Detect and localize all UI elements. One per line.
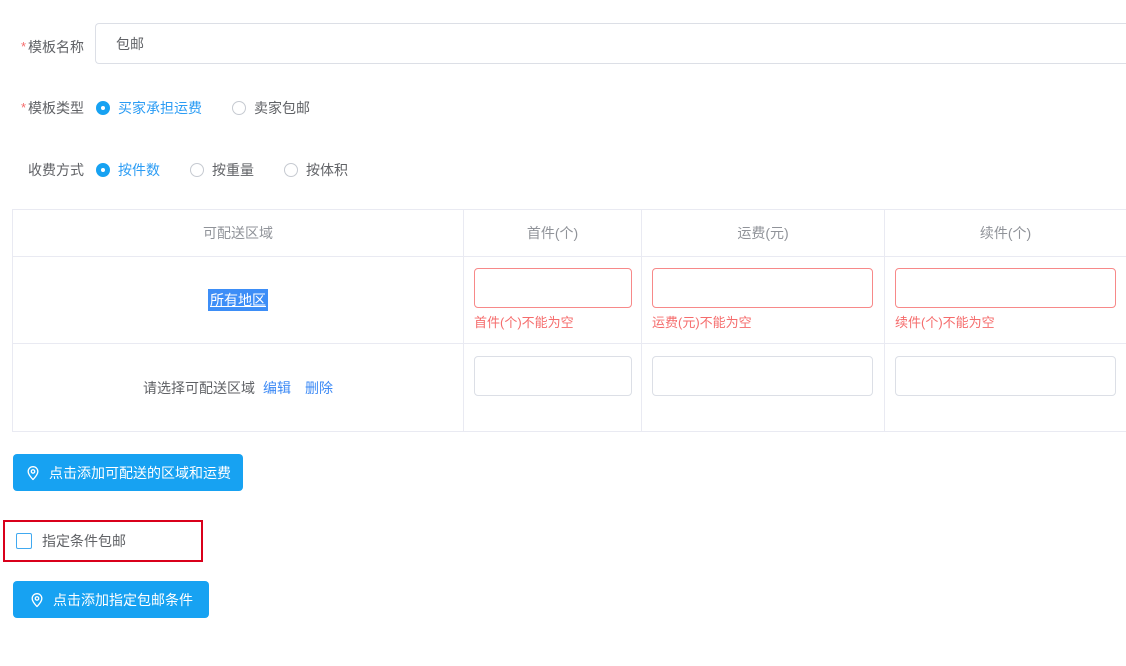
radio-by-weight[interactable]: 按重量 xyxy=(190,160,254,180)
conditional-free-shipping-label: 指定条件包邮 xyxy=(42,531,126,551)
add-region-button[interactable]: 点击添加可配送的区域和运费 xyxy=(13,454,243,491)
conditional-free-shipping-checkbox[interactable] xyxy=(16,533,32,549)
radio-buyer-pays-shipping[interactable]: 买家承担运费 xyxy=(96,98,202,118)
radio-seller-free-shipping[interactable]: 卖家包邮 xyxy=(232,98,310,118)
header-deliverable-region: 可配送区域 xyxy=(13,210,464,257)
charge-method-radio-group: 按件数 按重量 按体积 xyxy=(96,156,378,184)
shipping-fee-input-row1[interactable] xyxy=(652,268,873,308)
location-pin-icon xyxy=(25,465,41,481)
shipping-template-form: *模板名称 *模板类型 买家承担运费 卖家包邮 收费方式 按件数 按重量 按体积 xyxy=(0,0,1126,666)
table-row-2-first-piece-cell xyxy=(464,344,642,431)
radio-selected-icon xyxy=(96,163,110,177)
radio-selected-icon xyxy=(96,101,110,115)
template-name-label: *模板名称 xyxy=(0,37,84,57)
header-first-piece: 首件(个) xyxy=(464,210,642,257)
all-regions-link[interactable]: 所有地区 xyxy=(208,289,268,311)
template-type-radio-group: 买家承担运费 卖家包邮 xyxy=(96,94,340,122)
charge-method-label: 收费方式 xyxy=(0,160,84,180)
radio-by-volume[interactable]: 按体积 xyxy=(284,160,348,180)
table-row-1-fee-cell: 运费(元)不能为空 xyxy=(642,257,885,344)
additional-piece-input-row1[interactable] xyxy=(895,268,1116,308)
header-additional-piece: 续件(个) xyxy=(885,210,1126,257)
shipping-fee-table: 可配送区域 首件(个) 运费(元) 续件(个) 所有地区 首件(个)不能为空 运… xyxy=(12,209,1126,432)
table-row-1-first-piece-cell: 首件(个)不能为空 xyxy=(464,257,642,344)
edit-region-link[interactable]: 编辑 xyxy=(263,378,291,398)
additional-piece-input-row2[interactable] xyxy=(895,356,1116,396)
header-shipping-fee: 运费(元) xyxy=(642,210,885,257)
radio-unselected-icon xyxy=(190,163,204,177)
conditional-free-shipping-box: 指定条件包邮 xyxy=(3,520,203,562)
shipping-fee-error: 运费(元)不能为空 xyxy=(652,315,884,331)
template-name-input[interactable] xyxy=(95,23,1126,64)
add-condition-button[interactable]: 点击添加指定包邮条件 xyxy=(13,581,209,618)
first-piece-input-row2[interactable] xyxy=(474,356,632,396)
required-asterisk: * xyxy=(21,39,26,54)
table-row-2-fee-cell xyxy=(642,344,885,431)
first-piece-error: 首件(个)不能为空 xyxy=(474,315,641,331)
additional-piece-error: 续件(个)不能为空 xyxy=(895,315,1126,331)
location-pin-icon xyxy=(29,592,45,608)
table-row-1-additional-cell: 续件(个)不能为空 xyxy=(885,257,1126,344)
radio-unselected-icon xyxy=(232,101,246,115)
template-type-label: *模板类型 xyxy=(0,98,84,118)
delete-region-link[interactable]: 删除 xyxy=(305,378,333,398)
shipping-fee-input-row2[interactable] xyxy=(652,356,873,396)
select-region-text: 请选择可配送区域 xyxy=(143,378,255,398)
required-asterisk: * xyxy=(21,100,26,115)
radio-unselected-icon xyxy=(284,163,298,177)
table-row-2-region-cell: 请选择可配送区域 编辑 删除 xyxy=(13,344,464,431)
first-piece-input-row1[interactable] xyxy=(474,268,632,308)
table-row-1-region-cell: 所有地区 xyxy=(13,257,464,344)
table-row-2-additional-cell xyxy=(885,344,1126,431)
radio-by-piece[interactable]: 按件数 xyxy=(96,160,160,180)
